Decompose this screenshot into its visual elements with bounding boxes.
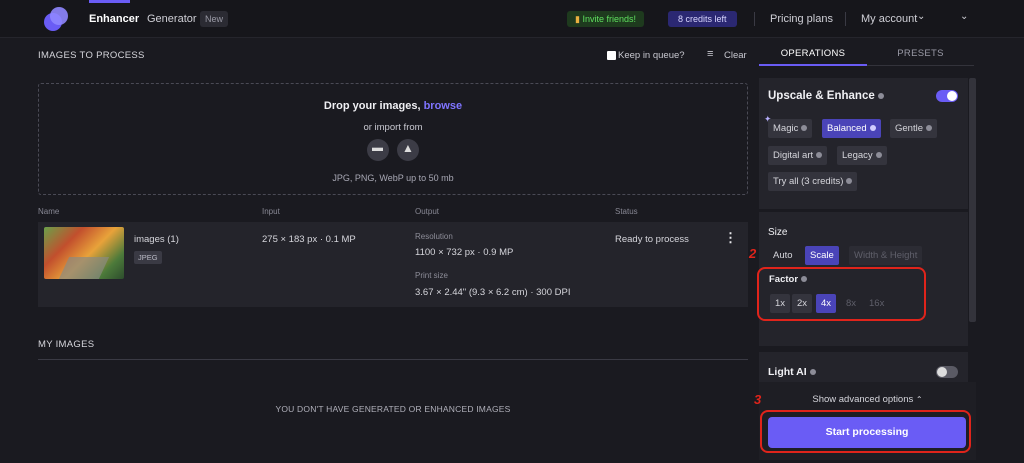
image-thumbnail[interactable] [44,227,124,279]
col-input: Input [262,207,280,216]
print-size-label: Print size [415,271,448,280]
import-from-label: or import from [363,122,423,133]
tab-enhancer[interactable]: Enhancer [89,13,139,25]
clear-button[interactable]: Clear [724,50,747,61]
show-advanced-options[interactable]: Show advanced options ⌃ [759,394,976,405]
more-options-icon[interactable]: ⋮ [724,230,737,246]
model-try-all[interactable]: Try all (3 credits) [768,172,858,191]
output-resolution: 1100 × 732 px · 0.9 MP [415,247,514,258]
format-hint: JPG, PNG, WebP up to 50 mb [332,173,454,183]
info-icon [875,152,882,159]
light-ai-card: Light AI [759,352,968,382]
drop-zone[interactable]: Drop your images, browse or import from … [38,83,748,195]
import-folder-button[interactable]: ▬ [367,139,389,161]
gift-icon: ▮ [575,14,580,24]
size-mode-auto[interactable]: Auto [768,246,798,265]
tab-generator[interactable]: Generator [147,13,197,25]
folder-icon: ▬ [372,142,383,154]
google-drive-icon: ▲ [402,141,414,155]
info-icon [809,369,816,376]
chevron-down-icon[interactable]: ⌄ [960,11,968,22]
model-magic[interactable]: Magic [768,119,813,138]
file-type-badge: JPEG [134,251,162,264]
panel-tabs: OPERATIONS PRESETS [759,44,974,66]
info-icon [846,178,853,185]
nav-divider [754,12,755,26]
clear-icon[interactable]: ≡ [707,48,713,60]
info-icon [816,152,823,159]
import-drive-button[interactable]: ▲ [397,139,419,161]
info-icon [801,125,808,132]
start-processing-button[interactable]: Start processing [768,417,966,448]
new-badge: New [200,11,229,27]
upscale-toggle[interactable] [936,90,958,102]
keep-queue-checkbox[interactable] [607,51,616,60]
print-size-value: 3.67 × 2.44" (9.3 × 6.2 cm) · 300 DPI [415,287,571,298]
col-status: Status [615,207,638,216]
top-bar: Enhancer Generator New ▮ Invite friends!… [0,0,1024,38]
input-size: 275 × 183 px · 0.1 MP [262,234,356,245]
section-divider [38,359,748,360]
annotation-number-3: 3 [754,392,762,407]
info-icon[interactable] [877,92,884,99]
model-balanced[interactable]: Balanced [822,119,881,138]
active-tab-indicator [89,0,130,3]
chevron-up-icon: ⌃ [915,395,923,404]
upscale-card: Upscale & Enhance ✦ Magic Balanced Gentl… [759,78,968,209]
image-name: images (1) [134,234,179,245]
size-title: Size [768,227,788,238]
my-account-menu[interactable]: My account [861,13,917,25]
keep-queue-label: Keep in queue? [618,50,685,61]
tab-presets[interactable]: PRESETS [867,44,974,66]
chevron-down-icon[interactable]: ⌄ [917,11,925,22]
model-gentle[interactable]: Gentle [890,119,937,138]
col-name: Name [38,207,60,216]
my-images-title: MY IMAGES [38,339,95,350]
browse-link[interactable]: browse [424,100,463,112]
logo[interactable] [44,7,68,31]
resolution-label: Resolution [415,232,453,241]
images-section-title: IMAGES TO PROCESS [38,50,145,61]
panel-scrollbar[interactable] [969,78,976,322]
empty-state-text: YOU DON'T HAVE GENERATED OR ENHANCED IMA… [275,404,511,414]
pricing-plans-link[interactable]: Pricing plans [770,13,833,25]
info-icon [869,125,876,132]
info-icon [926,125,932,132]
annotation-box-factor [757,267,926,321]
invite-label: Invite friends! [582,14,636,24]
model-digital-art[interactable]: Digital art [768,146,828,165]
annotation-number-2: 2 [749,246,757,261]
size-mode-width-height[interactable]: Width & Height [849,246,923,265]
model-legacy[interactable]: Legacy [837,146,887,165]
light-ai-toggle[interactable] [936,366,958,378]
drop-prompt: Drop your images, browse [323,100,463,112]
col-output: Output [415,207,440,216]
invite-friends-button[interactable]: ▮ Invite friends! [567,11,644,27]
tab-operations[interactable]: OPERATIONS [759,44,867,66]
nav-divider [845,12,846,26]
size-mode-scale[interactable]: Scale [805,246,839,265]
status-text: Ready to process [615,234,689,245]
light-ai-title: Light AI [768,366,816,378]
credits-badge[interactable]: 8 credits left [668,11,737,27]
upscale-title: Upscale & Enhance [768,90,884,102]
